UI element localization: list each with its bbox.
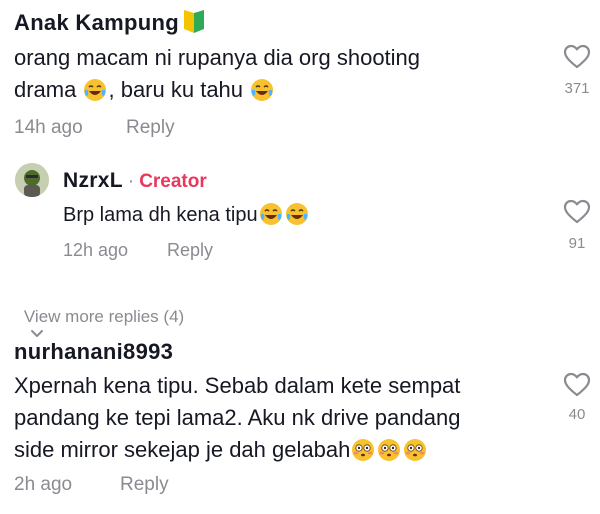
- comment-text-fragment: side mirror sekejap je dah gelabah: [14, 437, 351, 462]
- comment-username[interactable]: nurhanani8993: [14, 339, 173, 365]
- comment-text-fragment: drama: [14, 77, 83, 102]
- comment-text-line: drama , baru ku tahu: [14, 74, 275, 106]
- chevron-down-icon: [30, 330, 43, 337]
- reply-button[interactable]: Reply: [120, 474, 169, 496]
- comment-text-line: orang macam ni rupanya dia org shooting: [14, 45, 421, 70]
- comment-text-line: pandang ke tepi lama2. Aku nk drive pand…: [14, 405, 461, 430]
- like-count: 371: [564, 80, 590, 97]
- reply-button[interactable]: Reply: [126, 117, 175, 139]
- comment-timestamp: 2h ago: [14, 474, 73, 495]
- like-heart-icon[interactable]: [563, 44, 591, 70]
- like-heart-icon[interactable]: [563, 199, 591, 225]
- avatar[interactable]: [15, 163, 49, 197]
- flushed-face-emoji-icon: [352, 439, 375, 461]
- like-count: 40: [568, 406, 586, 423]
- comment-username[interactable]: Anak Kampung: [14, 10, 179, 36]
- separator-dot: ·: [127, 171, 135, 192]
- creator-badge: Creator: [139, 171, 207, 192]
- laughing-tears-emoji-icon: [259, 203, 282, 225]
- flushed-face-emoji-icon: [404, 439, 427, 461]
- view-more-replies-button[interactable]: View more replies (4): [15, 289, 184, 345]
- comment-text-line: Brp lama dh kena tipu: [63, 199, 310, 231]
- like-count: 91: [568, 235, 586, 252]
- comment-username[interactable]: NzrxL: [63, 169, 123, 192]
- beginner-badge-icon: [184, 10, 204, 33]
- comment-text-line: Xpernah kena tipu. Sebab dalam kete semp…: [14, 373, 461, 398]
- like-heart-icon[interactable]: [563, 372, 591, 398]
- comment-text-fragment: Brp lama dh kena tipu: [63, 204, 258, 226]
- comment-timestamp: 12h ago: [63, 240, 129, 260]
- laughing-tears-emoji-icon: [251, 79, 274, 101]
- comment-text-line: side mirror sekejap je dah gelabah: [14, 434, 428, 466]
- avatar-image: [15, 163, 49, 197]
- flushed-face-emoji-icon: [378, 439, 401, 461]
- comment-header: NzrxL · Creator: [63, 169, 207, 193]
- view-more-replies-label: View more replies (4): [23, 307, 185, 326]
- reply-button[interactable]: Reply: [167, 240, 213, 261]
- comment-timestamp: 14h ago: [14, 117, 83, 138]
- laughing-tears-emoji-icon: [84, 79, 107, 101]
- laughing-tears-emoji-icon: [285, 203, 308, 225]
- comment-text-fragment: , baru ku tahu: [108, 77, 250, 102]
